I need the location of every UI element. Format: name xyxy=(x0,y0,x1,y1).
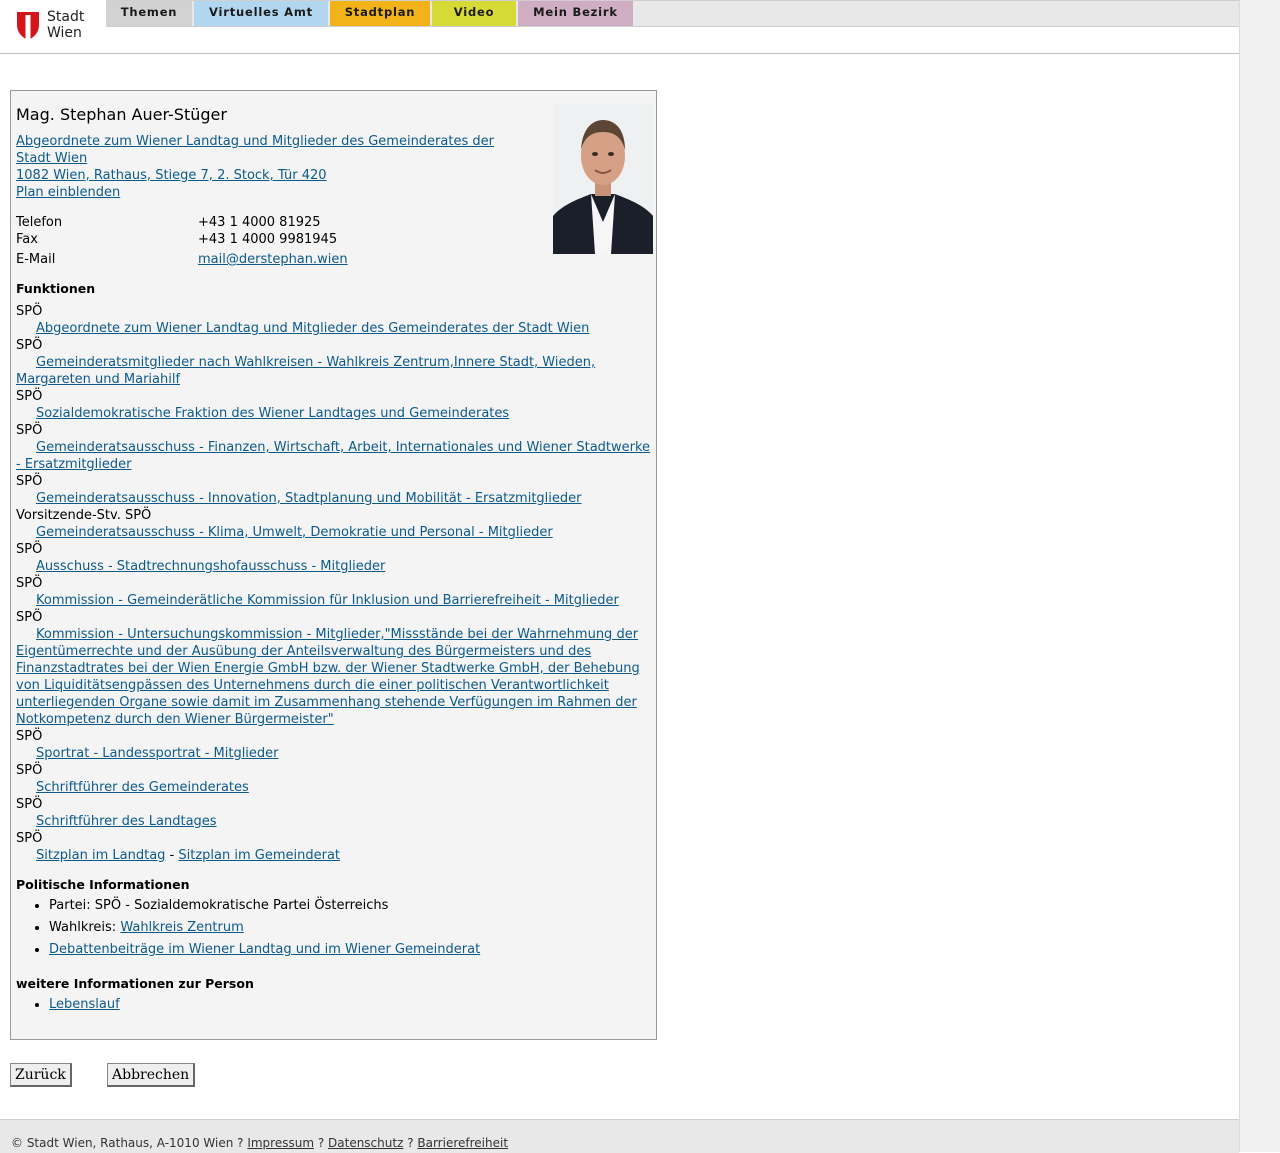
funktionen-list: SPÖ Abgeordnete zum Wiener Landtag und M… xyxy=(16,303,653,864)
address-link[interactable]: 1082 Wien, Rathaus, Stiege 7, 2. Stock, … xyxy=(16,168,327,183)
page-scrollbar[interactable] xyxy=(1239,0,1280,1152)
function-link[interactable]: Schriftführer des Landtages xyxy=(36,814,217,829)
tab-video[interactable]: Video xyxy=(432,1,516,26)
role-link[interactable]: Abgeordnete zum Wiener Landtag und Mitgl… xyxy=(16,134,494,166)
logo-text: Stadt Wien xyxy=(47,9,84,41)
function-org: SPÖ xyxy=(16,304,43,319)
site-header: Stadt Wien Themen Virtuelles Amt Stadtpl… xyxy=(0,0,1239,54)
footer-separator: ? xyxy=(403,1136,418,1150)
phone-value: +43 1 4000 81925 xyxy=(198,215,321,230)
partei-item: Partei: SPÖ - Sozialdemokratische Partei… xyxy=(49,895,649,917)
function-link[interactable]: Gemeinderatsausschuss - Finanzen, Wirtsc… xyxy=(16,440,650,472)
function-org: SPÖ xyxy=(16,610,43,625)
logo-line-2: Wien xyxy=(47,25,82,41)
wahlkreis-item: Wahlkreis: Wahlkreis Zentrum xyxy=(49,917,649,939)
function-link[interactable]: Sozialdemokratische Fraktion des Wiener … xyxy=(36,406,509,421)
portrait-image xyxy=(553,104,653,254)
email-label: E-Mail xyxy=(16,252,56,267)
wahlkreis-link[interactable]: Wahlkreis Zentrum xyxy=(120,920,243,935)
fax-value: +43 1 4000 9981945 xyxy=(198,232,338,247)
function-org: SPÖ xyxy=(16,542,43,557)
politische-informationen-list: Partei: SPÖ - Sozialdemokratische Partei… xyxy=(16,895,649,961)
wien-shield-icon xyxy=(17,12,39,40)
function-link[interactable]: Kommission - Untersuchungskommission - M… xyxy=(16,627,640,727)
logo-line-1: Stadt xyxy=(47,9,85,25)
weitere-informationen-heading: weitere Informationen zur Person xyxy=(16,976,254,991)
impressum-link[interactable]: Impressum xyxy=(247,1136,314,1150)
footer-copyright: © Stadt Wien, Rathaus, A-1010 Wien ? xyxy=(11,1136,248,1150)
function-link[interactable]: Ausschuss - Stadtrechnungshofausschuss -… xyxy=(36,559,385,574)
function-org: SPÖ xyxy=(16,576,43,591)
function-org: SPÖ xyxy=(16,423,43,438)
person-name: Mag. Stephan Auer-Stüger xyxy=(16,105,227,124)
cancel-button[interactable]: Abbrechen xyxy=(107,1063,196,1087)
function-org: SPÖ xyxy=(16,831,43,846)
contact-row-email: E-Mail mail@derstephan.wien xyxy=(16,251,416,268)
function-org: SPÖ xyxy=(16,729,43,744)
person-address-block: Abgeordnete zum Wiener Landtag und Mitgl… xyxy=(16,133,516,201)
contact-row-phone: Telefon +43 1 4000 81925 xyxy=(16,214,416,231)
tab-stadtplan[interactable]: Stadtplan xyxy=(330,1,430,26)
stadt-wien-logo[interactable]: Stadt Wien xyxy=(16,9,106,43)
function-link[interactable]: Gemeinderatsmitglieder nach Wahlkreisen … xyxy=(16,355,595,387)
function-org: SPÖ xyxy=(16,763,43,778)
function-org: Vorsitzende-Stv. SPÖ xyxy=(16,508,152,523)
function-org: SPÖ xyxy=(16,474,43,489)
tab-mein-bezirk[interactable]: Mein Bezirk xyxy=(518,1,633,26)
back-button[interactable]: Zurück xyxy=(10,1063,72,1087)
main-nav-tabs: Themen Virtuelles Amt Stadtplan Video Me… xyxy=(106,1,635,26)
email-link[interactable]: mail@derstephan.wien xyxy=(198,251,348,268)
function-link[interactable]: Kommission - Gemeinderätliche Kommission… xyxy=(36,593,619,608)
function-link[interactable]: Abgeordnete zum Wiener Landtag und Mitgl… xyxy=(36,321,589,336)
sitzplan-landtag-link[interactable]: Sitzplan im Landtag xyxy=(36,848,165,863)
barrierefreiheit-link[interactable]: Barrierefreiheit xyxy=(417,1136,508,1150)
tab-virtuelles-amt[interactable]: Virtuelles Amt xyxy=(194,1,328,26)
show-plan-link[interactable]: Plan einblenden xyxy=(16,185,120,200)
politische-informationen-heading: Politische Informationen xyxy=(16,877,190,892)
partei-text: Partei: SPÖ - Sozialdemokratische Partei… xyxy=(49,898,389,913)
function-org: SPÖ xyxy=(16,389,43,404)
person-photo xyxy=(553,104,653,254)
function-org: SPÖ xyxy=(16,338,43,353)
contact-row-fax: Fax +43 1 4000 9981945 xyxy=(16,231,416,248)
debatten-item: Debattenbeiträge im Wiener Landtag und i… xyxy=(49,939,649,961)
lebenslauf-link[interactable]: Lebenslauf xyxy=(49,997,120,1012)
sitzplan-separator: - xyxy=(165,848,179,863)
tab-themen[interactable]: Themen xyxy=(106,1,192,26)
function-org: SPÖ xyxy=(16,797,43,812)
contact-table: Telefon +43 1 4000 81925 Fax +43 1 4000 … xyxy=(16,214,416,268)
debatten-link[interactable]: Debattenbeiträge im Wiener Landtag und i… xyxy=(49,942,480,957)
fax-label: Fax xyxy=(16,232,38,247)
function-link[interactable]: Gemeinderatsausschuss - Innovation, Stad… xyxy=(36,491,581,506)
function-link[interactable]: Gemeinderatsausschuss - Klima, Umwelt, D… xyxy=(36,525,553,540)
footer-text: © Stadt Wien, Rathaus, A-1010 Wien ? Imp… xyxy=(11,1136,508,1150)
site-footer: © Stadt Wien, Rathaus, A-1010 Wien ? Imp… xyxy=(0,1119,1239,1153)
person-detail-panel: Mag. Stephan Auer-Stüger Abgeordnete zum… xyxy=(10,90,657,1040)
funktionen-heading: Funktionen xyxy=(16,281,96,296)
sitzplan-gemeinderat-link[interactable]: Sitzplan im Gemeinderat xyxy=(178,848,340,863)
phone-label: Telefon xyxy=(16,215,63,230)
footer-separator: ? xyxy=(314,1136,329,1150)
weitere-informationen-list: Lebenslauf xyxy=(16,994,120,1016)
lebenslauf-item: Lebenslauf xyxy=(49,994,120,1016)
wahlkreis-label: Wahlkreis: xyxy=(49,920,121,935)
function-link[interactable]: Schriftführer des Gemeinderates xyxy=(36,780,249,795)
function-link[interactable]: Sportrat - Landessportrat - Mitglieder xyxy=(36,746,279,761)
datenschutz-link[interactable]: Datenschutz xyxy=(328,1136,403,1150)
